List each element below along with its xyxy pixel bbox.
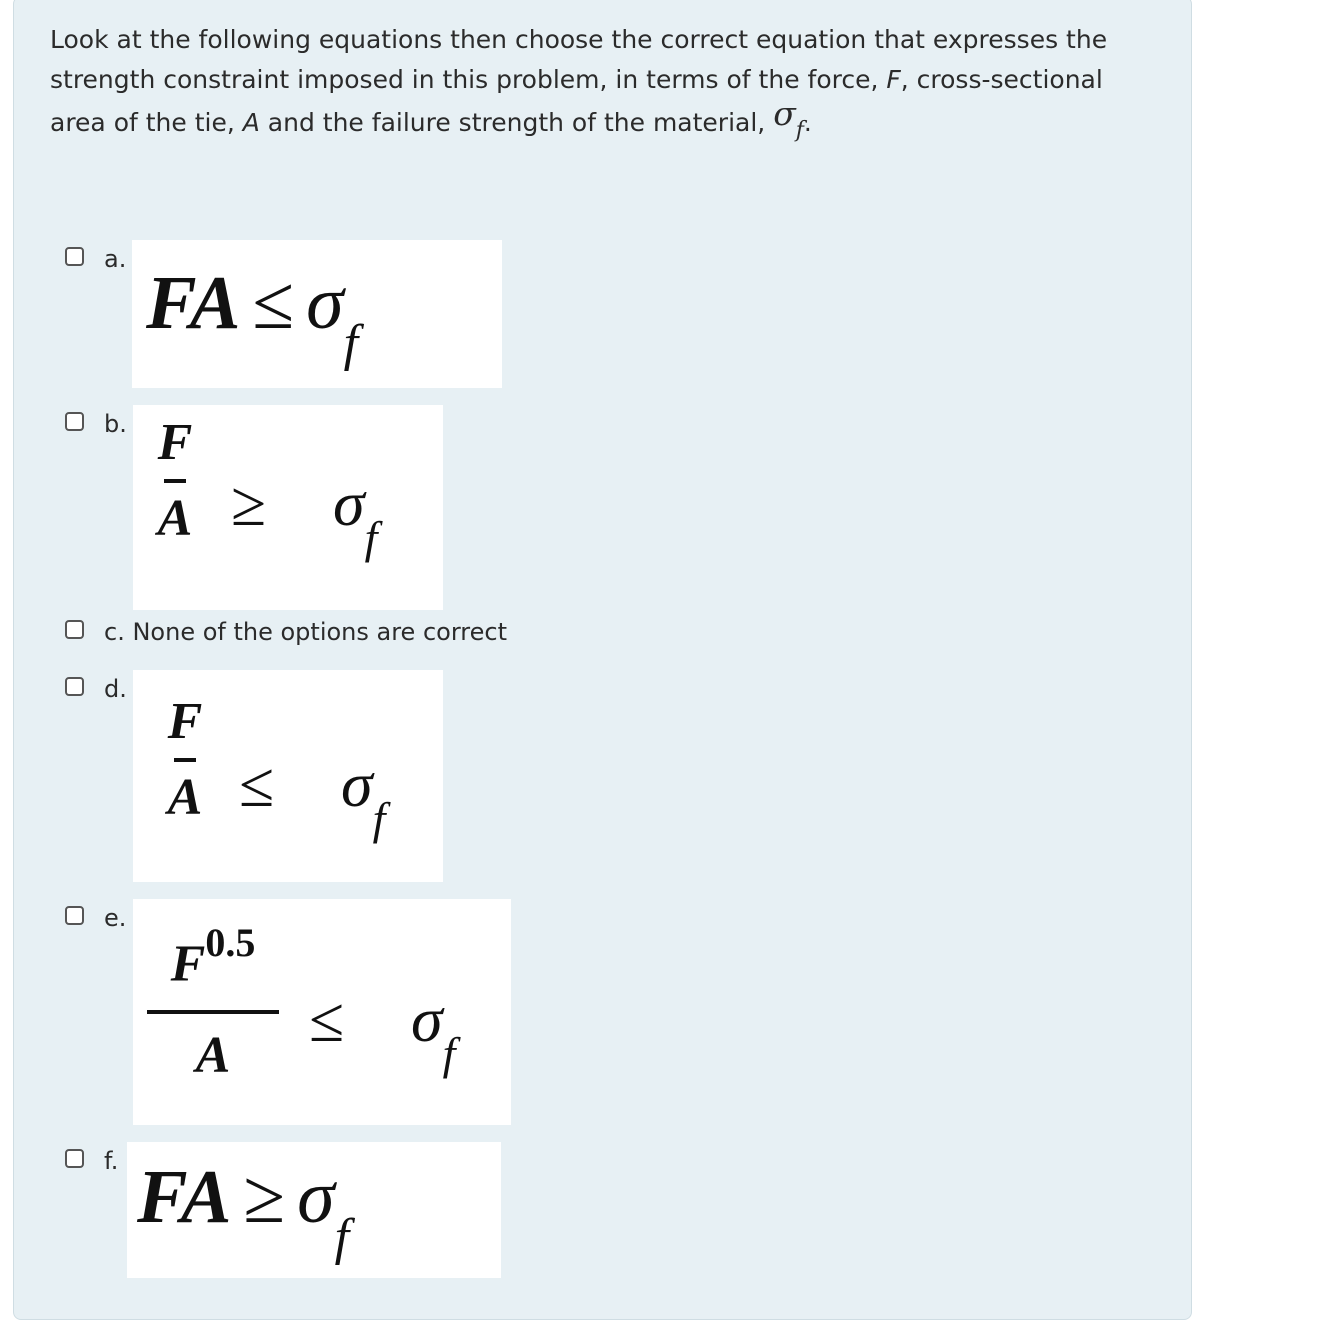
- option-a-equation: FA ≤ σf: [132, 240, 502, 388]
- option-b-letter: b.: [104, 410, 127, 438]
- question-text: Look at the following equations then cho…: [50, 25, 1108, 143]
- option-d-letter: d.: [104, 675, 127, 703]
- option-c-label: c. None of the options are correct: [104, 618, 507, 646]
- option-e-equation: F0.5 A ≤ σf: [133, 899, 511, 1125]
- option-e-checkbox[interactable]: [65, 906, 84, 925]
- option-d-equation: F A ≤ σf: [133, 670, 443, 882]
- option-f-letter: f.: [104, 1147, 119, 1175]
- option-f-equation: FA ≥ σf: [127, 1142, 501, 1278]
- option-d-checkbox[interactable]: [65, 677, 84, 696]
- option-b-checkbox[interactable]: [65, 412, 84, 431]
- option-a-letter: a.: [104, 245, 127, 273]
- option-a-checkbox[interactable]: [65, 247, 84, 266]
- sigma-symbol: σf: [773, 94, 804, 143]
- option-c-checkbox[interactable]: [65, 620, 84, 639]
- option-e-letter: e.: [104, 904, 127, 932]
- option-f-checkbox[interactable]: [65, 1149, 84, 1168]
- option-b-equation: F A ≥ σf: [133, 405, 443, 610]
